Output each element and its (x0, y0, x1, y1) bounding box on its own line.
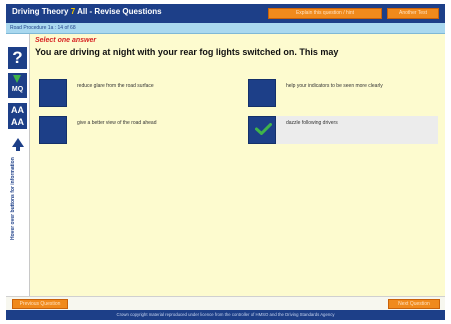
question-text: You are driving at night with your rear … (35, 47, 339, 57)
answer-text: help your indicators to be seen more cle… (286, 83, 383, 89)
answer-checkbox[interactable] (39, 116, 67, 144)
app-title-glyph: 7 (70, 7, 76, 16)
explain-question-button[interactable]: Explain this question / hint (268, 8, 382, 19)
mark-question-button[interactable]: MQ (8, 73, 27, 98)
answer-option-1[interactable]: reduce glare from the road surface (39, 79, 209, 107)
answer-option-2[interactable]: help your indicators to be seen more cle… (248, 79, 438, 107)
answer-checkbox[interactable] (248, 79, 276, 107)
copyright-text: Crown copyright material reproduced unde… (116, 312, 335, 317)
answer-option-4-selected[interactable]: dazzle following drivers (248, 116, 438, 144)
another-test-button[interactable]: Another Test (387, 8, 439, 19)
mark-question-label: MQ (11, 86, 24, 93)
down-arrow-icon (13, 75, 21, 83)
app-title-suffix: All - Revise Questions (77, 7, 162, 16)
answer-option-3[interactable]: give a better view of the road ahead (39, 116, 209, 144)
answer-checkbox[interactable] (248, 116, 276, 144)
app-title-prefix: Driving Theory (12, 7, 69, 16)
app-title: Driving Theory 7 All - Revise Questions (12, 7, 162, 16)
question-panel: Select one answer You are driving at nig… (30, 34, 445, 296)
question-progress: Road Procedure 1a : 14 of 68 (10, 25, 76, 31)
font-size-label-small: AA (11, 117, 24, 127)
navigation-bar: Previous Question Next Question (6, 296, 445, 310)
progress-bar: Road Procedure 1a : 14 of 68 (6, 23, 445, 34)
checkmark-icon (255, 123, 272, 135)
answer-text: dazzle following drivers (286, 120, 338, 126)
answer-checkbox[interactable] (39, 79, 67, 107)
previous-question-button[interactable]: Previous Question (12, 299, 68, 309)
answer-instruction: Select one answer (35, 37, 97, 44)
up-arrow-stem (16, 147, 20, 151)
answer-text: give a better view of the road ahead (77, 120, 157, 126)
help-button[interactable]: ? (8, 47, 27, 69)
app-window: Driving Theory 7 All - Revise Questions … (6, 4, 445, 320)
answer-text: reduce glare from the road surface (77, 83, 154, 89)
next-question-button[interactable]: Next Question (388, 299, 440, 309)
font-size-label-large: AA (11, 105, 24, 115)
copyright-footer: Crown copyright material reproduced unde… (6, 310, 445, 320)
tool-sidebar: ? MQ AA AA Hover over buttons for inform… (6, 34, 30, 296)
up-arrow-icon[interactable] (12, 138, 24, 147)
title-bar: Driving Theory 7 All - Revise Questions … (6, 4, 445, 23)
font-size-button[interactable]: AA AA (8, 103, 27, 129)
